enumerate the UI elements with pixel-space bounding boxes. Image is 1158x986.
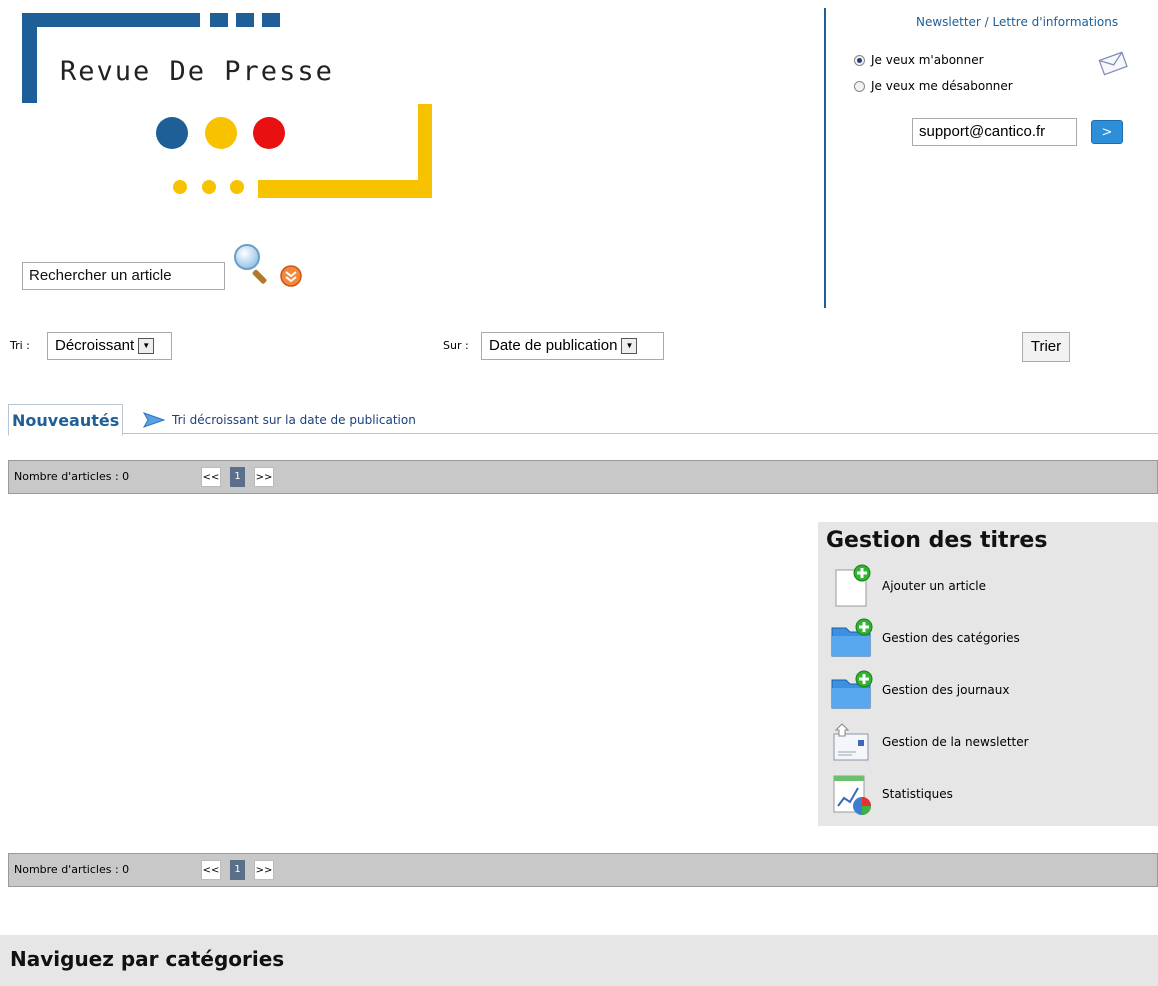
add-article-link[interactable]: Ajouter un article	[830, 564, 986, 608]
manage-newsletter-link[interactable]: Gestion de la newsletter	[830, 720, 1029, 764]
manage-categories-label: Gestion des catégories	[882, 631, 1020, 645]
pagination-bar-top: Nombre d'articles : 0 << 1 >>	[8, 460, 1158, 494]
logo-square	[236, 13, 254, 27]
email-field[interactable]: support@cantico.fr	[912, 118, 1077, 146]
article-count: Nombre d'articles : 0	[14, 470, 130, 483]
current-page[interactable]: 1	[230, 467, 245, 487]
header-divider	[824, 8, 826, 308]
tab-underline	[8, 433, 1158, 434]
envelope-icon	[1098, 51, 1128, 76]
statistics-link[interactable]: Statistiques	[830, 772, 953, 816]
management-panel: Gestion des titres Ajouter un article Ge…	[818, 522, 1158, 826]
logo-circle-red	[253, 117, 285, 149]
logo-circle-blue	[156, 117, 188, 149]
unsubscribe-option[interactable]: Je veux me désabonner	[854, 79, 1013, 93]
subscribe-label: Je veux m'abonner	[871, 53, 984, 67]
manage-journals-link[interactable]: Gestion des journaux	[830, 668, 1009, 712]
chevron-down-icon[interactable]: ▼	[138, 338, 155, 354]
logo-dot	[173, 180, 187, 194]
logo-square	[262, 13, 280, 27]
add-article-label: Ajouter un article	[882, 579, 986, 593]
sort-button[interactable]: Trier	[1022, 332, 1070, 362]
logo-circle-yellow	[205, 117, 237, 149]
prev-page-button[interactable]: <<	[201, 860, 221, 880]
categories-section: Naviguez par catégories	[0, 935, 1158, 986]
chevron-down-icon[interactable]: ▼	[621, 338, 638, 354]
logo-yellow-bar	[258, 180, 432, 198]
statistics-label: Statistiques	[882, 787, 953, 801]
sort-info-text: Tri décroissant sur la date de publicati…	[172, 413, 416, 427]
statistics-icon	[833, 775, 871, 815]
newsletter-title: Newsletter / Lettre d'informations	[916, 15, 1119, 29]
expand-icon[interactable]	[280, 265, 302, 287]
sort-order-select[interactable]: Décroissant ▼	[47, 332, 172, 360]
sort-field-select[interactable]: Date de publication ▼	[481, 332, 664, 360]
newsletter-icon	[833, 723, 869, 761]
logo-square	[210, 13, 228, 27]
search-input[interactable]: Rechercher un article	[22, 262, 225, 290]
add-document-icon	[835, 564, 871, 607]
logo-dot	[230, 180, 244, 194]
management-title: Gestion des titres	[826, 528, 1048, 553]
tab-nouveautes[interactable]: Nouveautés	[8, 404, 124, 436]
sort-order-label: Tri :	[10, 339, 30, 352]
next-page-button[interactable]: >>	[254, 860, 274, 880]
add-folder-icon	[831, 670, 873, 709]
manage-newsletter-label: Gestion de la newsletter	[882, 735, 1029, 749]
current-page[interactable]: 1	[230, 860, 245, 880]
magnifier-icon[interactable]	[232, 242, 272, 284]
unsubscribe-label: Je veux me désabonner	[871, 79, 1013, 93]
logo-title: Revue De Presse	[60, 56, 334, 87]
newsletter-submit-button[interactable]: >	[1091, 120, 1123, 144]
manage-categories-link[interactable]: Gestion des catégories	[830, 616, 1020, 660]
article-count: Nombre d'articles : 0	[14, 863, 130, 876]
next-page-button[interactable]: >>	[254, 467, 274, 487]
manage-journals-label: Gestion des journaux	[882, 683, 1010, 697]
logo-dot	[202, 180, 216, 194]
sort-order-value: Décroissant	[55, 337, 135, 354]
prev-page-button[interactable]: <<	[201, 467, 221, 487]
sort-field-label: Sur :	[443, 339, 469, 352]
pagination-bar-bottom: Nombre d'articles : 0 << 1 >>	[8, 853, 1158, 887]
arrow-right-icon	[142, 412, 166, 428]
radio-unsubscribe[interactable]	[854, 80, 865, 92]
categories-title: Naviguez par catégories	[10, 947, 285, 971]
add-folder-icon	[831, 618, 873, 657]
subscribe-option[interactable]: Je veux m'abonner	[854, 53, 984, 67]
sort-field-value: Date de publication	[489, 337, 618, 354]
logo-blue-bar	[22, 13, 200, 27]
radio-subscribe[interactable]	[854, 54, 865, 66]
